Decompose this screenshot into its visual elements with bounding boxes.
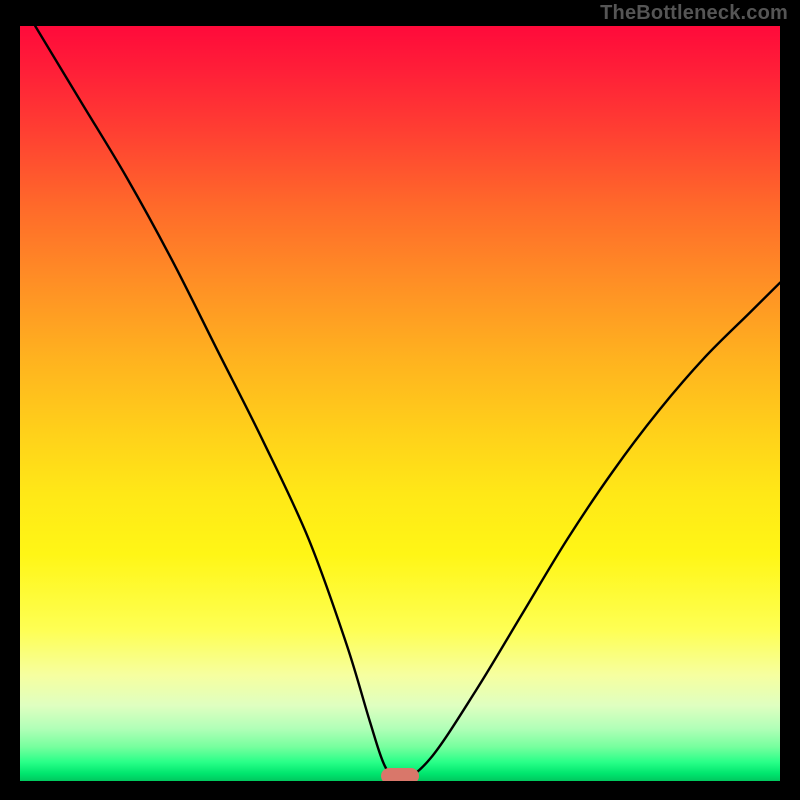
minimum-marker	[381, 768, 419, 781]
bottleneck-curve-path	[35, 26, 780, 781]
chart-frame: TheBottleneck.com	[0, 0, 800, 800]
watermark-text: TheBottleneck.com	[600, 2, 788, 25]
plot-area	[20, 26, 780, 781]
curve-svg	[20, 26, 780, 781]
